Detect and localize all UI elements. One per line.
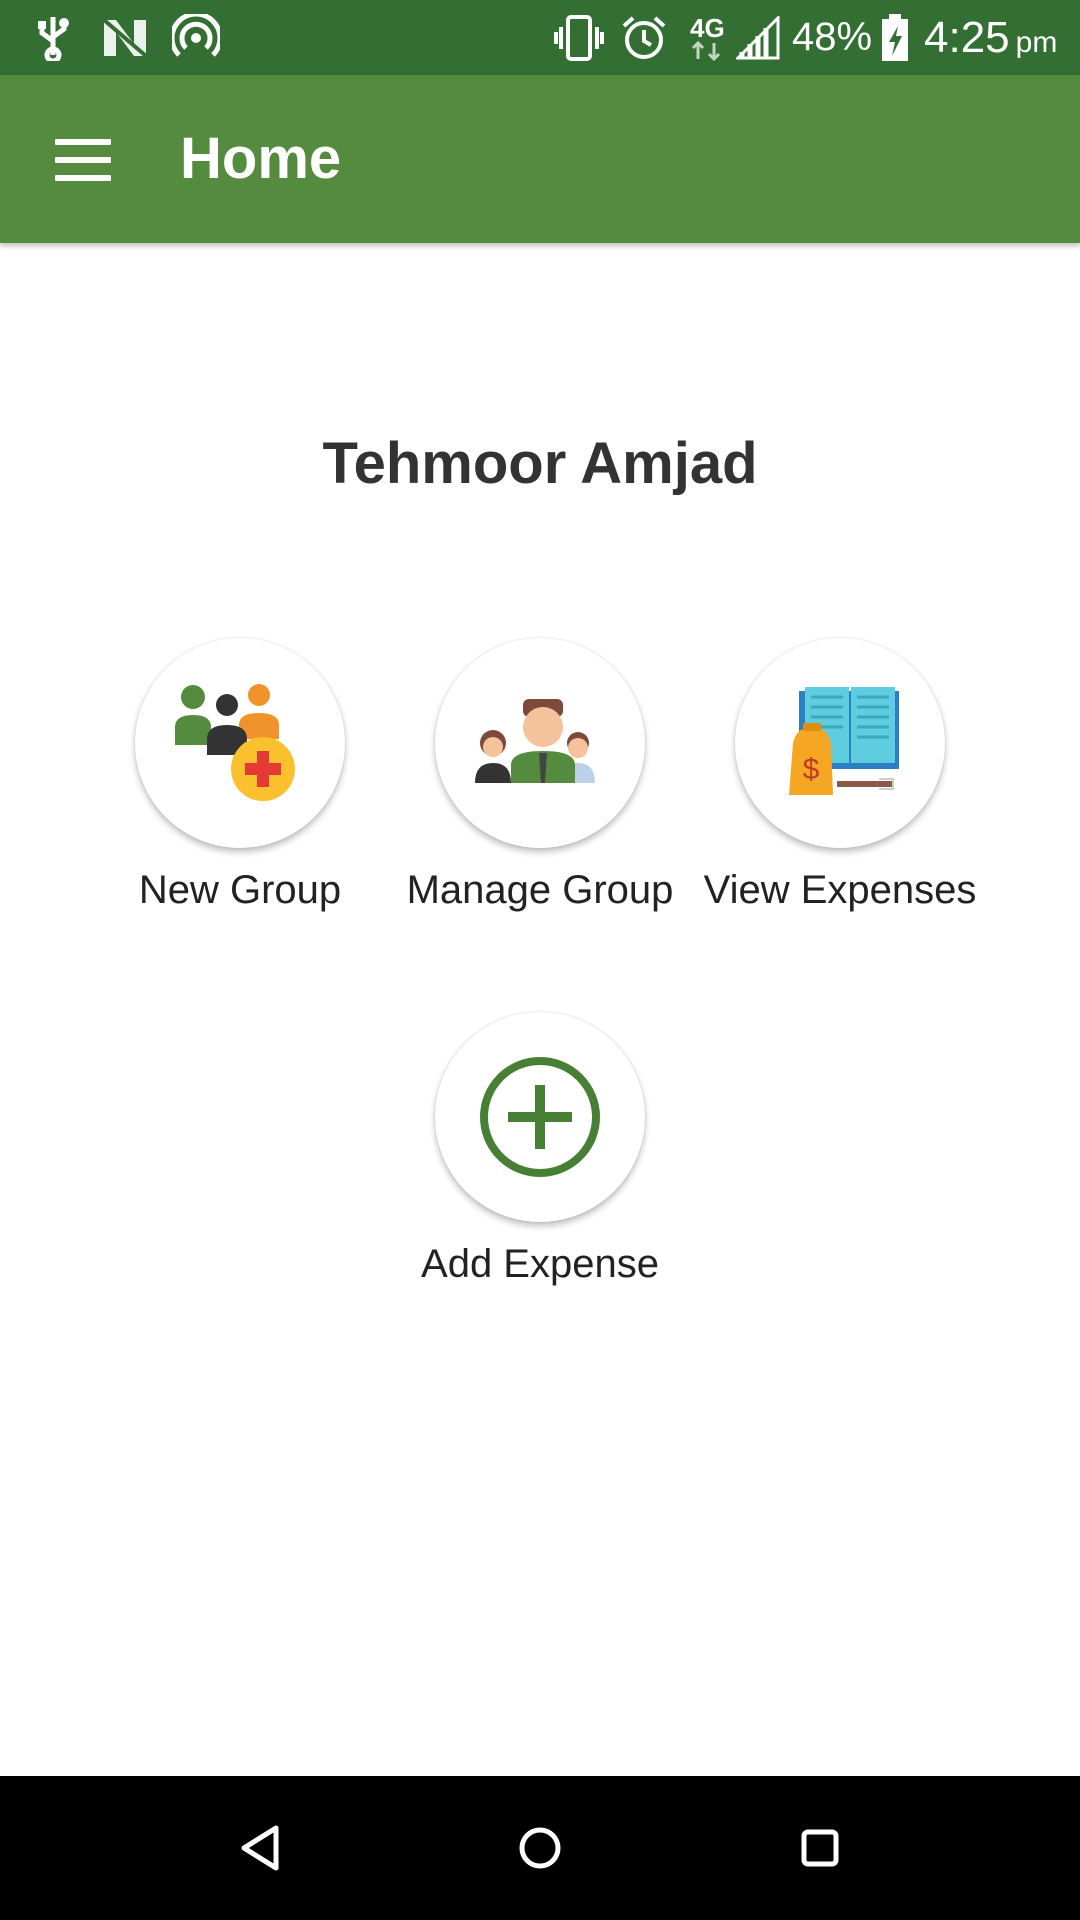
back-icon[interactable] (190, 1776, 330, 1920)
usb-icon (34, 0, 72, 75)
view-expenses-button[interactable]: $ View Expenses (690, 638, 990, 913)
add-expense-label: Add Expense (421, 1242, 659, 1286)
clock: 4:25 pm (924, 0, 1057, 75)
view-expenses-label: View Expenses (703, 868, 977, 912)
recents-icon[interactable] (750, 1776, 890, 1920)
new-group-circle[interactable] (135, 638, 345, 848)
manage-group-icon (475, 699, 595, 783)
add-expense-button[interactable]: Add Expense (390, 1012, 690, 1287)
view-expenses-icon: $ (789, 687, 899, 795)
network-type-indicator: 4G (690, 0, 725, 75)
battery-percent-container: 48% (792, 0, 872, 75)
add-expense-circle[interactable] (435, 1012, 645, 1222)
clock-time: 4:25 (924, 12, 1010, 62)
app-bar: Home (0, 75, 1080, 243)
vibrate-icon (554, 0, 604, 75)
signal-icon (736, 0, 780, 75)
manage-group-circle[interactable] (435, 638, 645, 848)
hamburger-menu-icon[interactable] (40, 117, 126, 203)
hotspot-icon (172, 0, 220, 75)
add-expense-icon (480, 1057, 600, 1177)
status-bar: 4G 48% 4:25 pm (0, 0, 1080, 75)
page-title: Home (180, 126, 342, 191)
user-name: Tehmoor Amjad (322, 431, 758, 496)
battery-charging-icon (880, 0, 910, 75)
manage-group-button[interactable]: Manage Group (390, 638, 690, 913)
clock-ampm: pm (1015, 25, 1058, 59)
home-icon[interactable] (470, 1776, 610, 1920)
new-group-label: New Group (138, 868, 342, 912)
svg-text:$: $ (803, 753, 820, 786)
view-expenses-circle[interactable]: $ (735, 638, 945, 848)
new-group-icon (175, 684, 295, 801)
alarm-icon (620, 0, 668, 75)
manage-group-label: Manage Group (406, 868, 674, 912)
notification-n-icon (102, 0, 148, 75)
network-type-label: 4G (690, 12, 725, 43)
battery-percent: 48% (792, 15, 873, 59)
system-nav-bar (0, 1776, 1080, 1920)
new-group-button[interactable]: New Group (90, 638, 390, 913)
